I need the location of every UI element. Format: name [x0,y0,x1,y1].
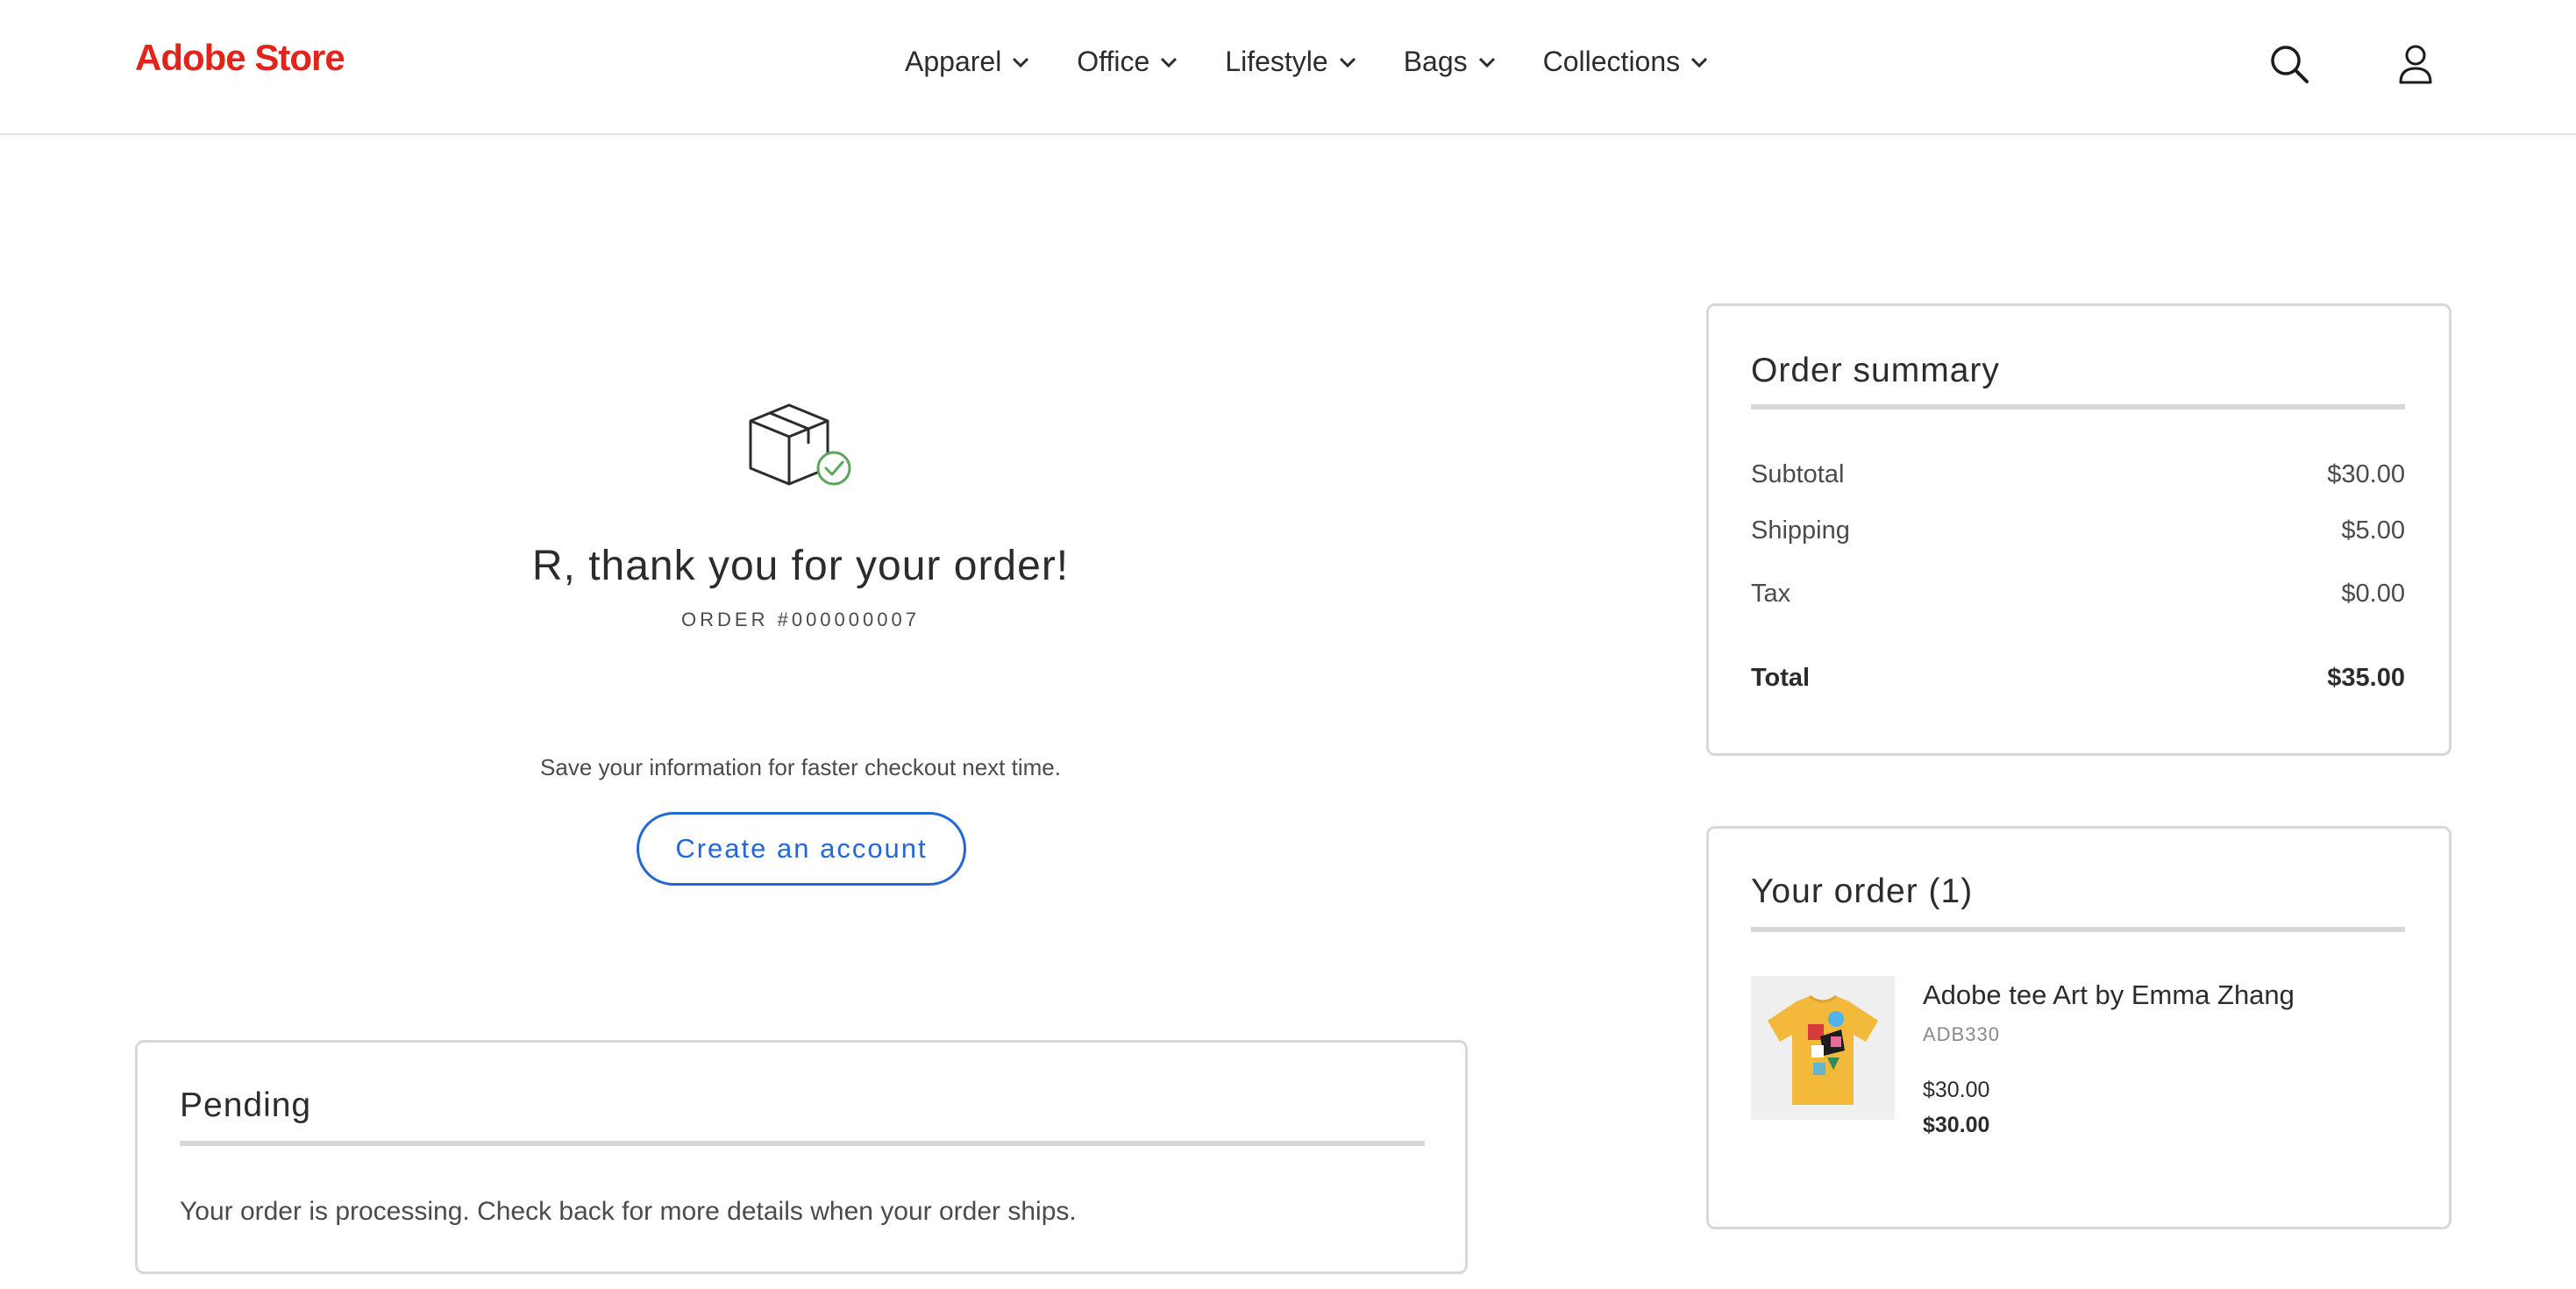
total-label: Total [1751,664,1811,692]
nav-bags-label: Bags [1403,46,1468,77]
order-summary-title: Order summary [1751,352,2000,389]
save-info-text: Save your information for faster checkou… [540,754,1061,780]
pending-card: Pending Your order is processing. Check … [135,1040,1468,1274]
chevron-down-icon [1691,57,1708,68]
subtotal-row: Subtotal $30.00 [1751,460,2405,489]
nav-office[interactable]: Office [1077,46,1179,78]
chevron-down-icon [1478,57,1495,68]
nav-collections-label: Collections [1542,46,1681,77]
pending-divider [180,1141,1425,1146]
nav-office-label: Office [1077,46,1150,77]
product-thumbnail[interactable] [1751,976,1895,1120]
shipping-row: Shipping $5.00 [1751,516,2405,545]
order-number: ORDER #000000007 [681,609,920,630]
nav-lifestyle[interactable]: Lifestyle [1225,46,1357,78]
thank-you-heading: R, thank you for your order! [531,543,1070,589]
your-order-title: Your order (1) [1751,872,1974,910]
your-order-card: Your order (1) Adobe tee Art by Emma Zha… [1706,826,2451,1229]
subtotal-value: $30.00 [2327,460,2405,488]
site-header: Adobe Store Apparel Office Lifestyle Bag… [0,0,2576,135]
shipping-label: Shipping [1751,516,1850,545]
tshirt-image [1768,994,1878,1105]
product-line-total: $30.00 [1923,1113,1990,1137]
nav-apparel-label: Apparel [905,46,1002,77]
total-value: $35.00 [2327,664,2405,692]
order-summary-divider [1751,404,2405,409]
your-order-divider [1751,927,2405,932]
search-icon[interactable] [2267,42,2311,86]
adobe-store-logo[interactable]: Adobe Store [135,37,345,79]
main-nav: Apparel Office Lifestyle Bags Collection… [905,46,1710,78]
product-sku: ADB330 [1923,1023,2000,1045]
create-account-button[interactable]: Create an account [637,812,966,886]
nav-lifestyle-label: Lifestyle [1225,46,1328,77]
box-check-icon [745,396,859,493]
nav-apparel[interactable]: Apparel [905,46,1031,78]
chevron-down-icon [1013,57,1029,68]
pending-message: Your order is processing. Check back for… [180,1197,1077,1226]
chevron-down-icon [1161,57,1178,68]
product-price: $30.00 [1923,1078,1990,1102]
tax-row: Tax $0.00 [1751,580,2405,609]
shipping-value: $5.00 [2341,516,2405,545]
nav-bags[interactable]: Bags [1404,46,1498,78]
tax-value: $0.00 [2341,580,2405,608]
chevron-down-icon [1339,57,1356,68]
product-name[interactable]: Adobe tee Art by Emma Zhang [1923,979,2295,1011]
tax-label: Tax [1751,580,1791,608]
nav-collections[interactable]: Collections [1543,46,1711,78]
account-icon[interactable] [2394,42,2437,86]
subtotal-label: Subtotal [1751,460,1845,488]
total-row: Total $35.00 [1751,664,2405,693]
order-summary-card: Order summary Subtotal $30.00 Shipping $… [1706,303,2451,756]
pending-title: Pending [180,1086,312,1124]
